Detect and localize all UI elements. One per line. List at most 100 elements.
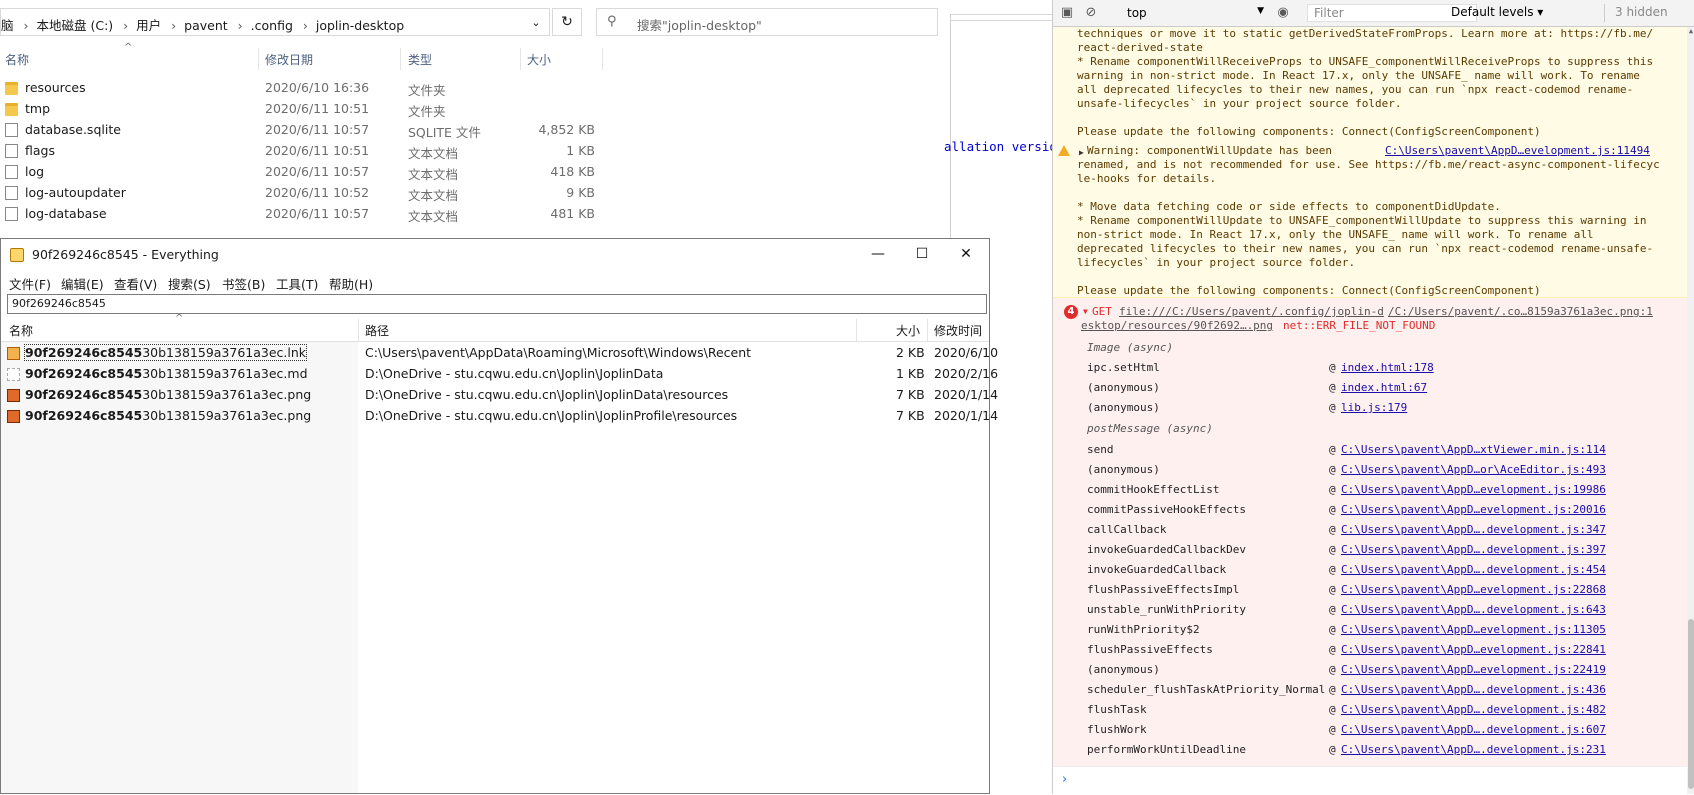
stack-frame-link[interactable]: C:\Users\pavent\AppD….development.js:482	[1341, 703, 1606, 717]
stack-frame-link[interactable]: C:\Users\pavent\AppD….development.js:397	[1341, 543, 1606, 557]
stack-frame-link[interactable]: C:\Users\pavent\AppD…evelopment.js:22419	[1341, 663, 1606, 677]
stack-frame-link[interactable]: C:\Users\pavent\AppD…or\AceEditor.js:493	[1341, 463, 1606, 477]
warning-line: Please update the following components: …	[1077, 284, 1541, 297]
stack-frame-link[interactable]: index.html:67	[1341, 381, 1427, 395]
match-highlight: 90f269246c8545	[25, 408, 143, 423]
file-row[interactable]: database.sqlite 2020/6/11 10:57 SQLITE 文件 4…	[0, 120, 610, 141]
breadcrumb-item[interactable]: pavent	[184, 18, 228, 33]
menu-search[interactable]: 搜索(S)	[168, 274, 211, 293]
minimize-button[interactable]: —	[855, 239, 901, 271]
column-divider[interactable]	[856, 319, 857, 341]
result-row[interactable]: 90f269246c854530b138159a3761a3ec.png D:\…	[1, 406, 998, 427]
warning-line: techniques or move it to static getDeriv…	[1077, 27, 1654, 40]
error-resource-link[interactable]: esktop/resources/90f2692….png	[1081, 319, 1273, 333]
breadcrumb-item[interactable]: 脑	[1, 18, 14, 33]
stack-frame-link[interactable]: C:\Users\pavent\AppD…evelopment.js:11305	[1341, 623, 1606, 637]
warning-line: * Rename componentWillUpdate to UNSAFE_c…	[1077, 214, 1647, 227]
column-header-type[interactable]: 类型	[408, 51, 432, 68]
collapse-triangle-icon[interactable]: ▼	[1083, 305, 1088, 319]
result-row[interactable]: 90f269246c854530b138159a3761a3ec.lnk C:\…	[1, 343, 998, 364]
scroll-up-icon[interactable]: ▲	[1687, 27, 1694, 37]
breadcrumb-item[interactable]: joplin-desktop	[316, 18, 404, 33]
stack-frame-link[interactable]: index.html:178	[1341, 361, 1434, 375]
stack-frame-link[interactable]: C:\Users\pavent\AppD….development.js:231	[1341, 743, 1606, 757]
stack-frame-link[interactable]: C:\Users\pavent\AppD….development.js:607	[1341, 723, 1606, 737]
name-rest: 30b138159a3761a3ec.png	[142, 408, 312, 423]
log-levels-dropdown[interactable]: Default levels ▾	[1451, 5, 1543, 19]
chevron-down-icon[interactable]: ⌄	[526, 13, 546, 33]
stack-frame-link[interactable]: C:\Users\pavent\AppD…evelopment.js:22868	[1341, 583, 1606, 597]
result-row[interactable]: 90f269246c854530b138159a3761a3ec.md D:\O…	[1, 364, 998, 385]
stack-frame-link[interactable]: C:\Users\pavent\AppD…evelopment.js:20016	[1341, 503, 1606, 517]
stack-frame-link[interactable]: C:\Users\pavent\AppD…evelopment.js:22841	[1341, 643, 1606, 657]
menu-bookmarks[interactable]: 书签(B)	[222, 274, 265, 293]
result-name: 90f269246c854530b138159a3761a3ec.png	[25, 387, 311, 402]
clear-console-icon[interactable]: ⊘	[1083, 5, 1099, 21]
file-row[interactable]: flags 2020/6/11 10:51 文本文档 1 KB	[0, 141, 610, 162]
stack-frame-link[interactable]: lib.js:179	[1341, 401, 1407, 415]
file-row[interactable]: log-database 2020/6/11 10:57 文本文档 481 KB	[0, 204, 610, 225]
column-divider[interactable]	[602, 48, 603, 70]
breadcrumb-item[interactable]: 本地磁盘 (C:)	[37, 18, 114, 33]
warning-source-link[interactable]: C:\Users\pavent\AppD…evelopment.js:11494	[1385, 144, 1650, 158]
file-row[interactable]: log 2020/6/11 10:57 文本文档 418 KB	[0, 162, 610, 183]
stack-frame-link[interactable]: C:\Users\pavent\AppD….development.js:436	[1341, 683, 1606, 697]
result-path: D:\OneDrive - stu.cqwu.edu.cn\Joplin\Jop…	[365, 408, 738, 423]
search-input[interactable]: ⚲ 搜索"joplin-desktop"	[596, 8, 938, 36]
close-button[interactable]: ✕	[943, 239, 989, 271]
error-url[interactable]: file:///C:/Users/pavent/.config/joplin-d	[1119, 305, 1384, 319]
scrollbar-thumb[interactable]	[1688, 619, 1694, 789]
menu-edit[interactable]: 编辑(E)	[61, 274, 104, 293]
stack-at: @	[1329, 543, 1336, 556]
result-row[interactable]: 90f269246c854530b138159a3761a3ec.png D:\…	[1, 385, 998, 406]
console-input[interactable]: ›	[1053, 766, 1687, 795]
column-divider[interactable]	[927, 319, 928, 341]
column-header-size[interactable]: 大小	[527, 51, 551, 68]
background-window-edge	[950, 0, 1055, 15]
column-header-name[interactable]: 名称	[9, 322, 33, 339]
stack-frame-link[interactable]: C:\Users\pavent\AppD….development.js:643	[1341, 603, 1606, 617]
error-source-link[interactable]: /C:/Users/pavent/.co…8159a3761a3ec.png:1	[1388, 305, 1653, 319]
chevron-right-icon: ›	[302, 18, 308, 33]
column-header-name[interactable]: 名称	[5, 51, 29, 68]
file-date: 2020/6/10 16:36	[265, 80, 370, 95]
column-divider[interactable]	[400, 48, 401, 70]
address-bar[interactable]: 脑 › 本地磁盘 (C:) › 用户 › pavent › .config › jopli…	[0, 8, 550, 36]
column-header-modified[interactable]: 修改时间	[934, 322, 982, 339]
file-row[interactable]: log-autoupdater 2020/6/11 10:52 文本文档 9 KB	[0, 183, 610, 204]
stack-frame-link[interactable]: C:\Users\pavent\AppD…evelopment.js:19986	[1341, 483, 1606, 497]
match-highlight: 90f269246c8545	[25, 387, 143, 402]
stack-frame-link[interactable]: C:\Users\pavent\AppD….development.js:454	[1341, 563, 1606, 577]
column-divider[interactable]	[258, 48, 259, 70]
console-scrollbar[interactable]: ▲	[1687, 27, 1694, 794]
column-divider[interactable]	[358, 319, 359, 341]
stack-frame-link[interactable]: C:\Users\pavent\AppD…xtViewer.min.js:114	[1341, 443, 1606, 457]
maximize-button[interactable]: ☐	[899, 239, 945, 271]
context-selector[interactable]: top ▼	[1124, 4, 1268, 22]
refresh-button[interactable]: ↻	[552, 8, 582, 36]
warning-icon	[1058, 145, 1070, 156]
column-header-date[interactable]: 修改日期	[265, 51, 313, 68]
stack-frame-fn: unstable_runWithPriority	[1087, 603, 1246, 616]
sidebar-toggle-icon[interactable]: ▣	[1059, 5, 1075, 21]
breadcrumb-item[interactable]: 用户	[136, 18, 161, 33]
breadcrumb-item[interactable]: .config	[251, 18, 293, 33]
search-input[interactable]: 90f269246c8545	[7, 294, 987, 314]
menu-tools[interactable]: 工具(T)	[276, 274, 318, 293]
console-prompt-icon: ›	[1062, 772, 1068, 787]
column-divider[interactable]	[520, 48, 521, 70]
file-row[interactable]: resources 2020/6/10 16:36 文件夹	[0, 78, 610, 99]
stack-frame-link[interactable]: C:\Users\pavent\AppD….development.js:347	[1341, 523, 1606, 537]
everything-app-icon	[10, 248, 24, 262]
file-row[interactable]: tmp 2020/6/11 10:51 文件夹	[0, 99, 610, 120]
menu-file[interactable]: 文件(F)	[9, 274, 51, 293]
column-header-size[interactable]: 大小	[896, 322, 920, 339]
menu-help[interactable]: 帮助(H)	[329, 274, 373, 293]
result-size: 1 KB	[896, 366, 925, 381]
title-bar[interactable]: 90f269246c8545 - Everything — ☐ ✕	[1, 239, 989, 271]
eye-icon[interactable]: ◉	[1275, 5, 1291, 21]
column-header-path[interactable]: 路径	[365, 322, 389, 339]
menu-view[interactable]: 查看(V)	[114, 274, 157, 293]
stack-at: @	[1329, 583, 1336, 596]
file-name: resources	[25, 80, 86, 95]
